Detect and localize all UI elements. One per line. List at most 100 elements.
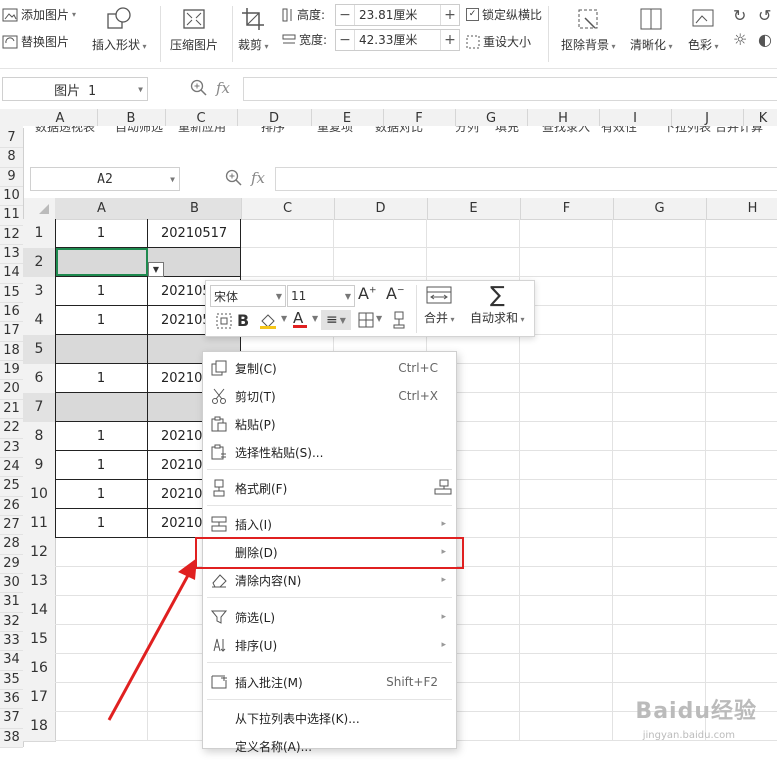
lock-ratio-checkbox[interactable]: ✓ 锁定纵横比 (466, 6, 542, 23)
table-cell[interactable] (520, 393, 613, 422)
row-header[interactable]: 4 (23, 306, 56, 336)
outer-row-number[interactable]: 16 (0, 302, 23, 323)
table-cell[interactable] (706, 596, 777, 625)
crop-button[interactable]: 裁剪 ▾ (238, 6, 269, 53)
select-icon[interactable] (216, 313, 232, 332)
outer-row-number[interactable]: 38 (0, 728, 23, 748)
embedded-toolbar-item[interactable]: 查找录入 (542, 126, 590, 135)
table-cell[interactable] (520, 567, 613, 596)
menu-item-clear-contents[interactable]: 清除内容(N) ▸ (203, 566, 456, 594)
outer-row-number[interactable]: 32 (0, 612, 23, 632)
chevron-down-icon[interactable]: ▼ (312, 314, 318, 323)
font-family-select[interactable]: 宋体 ▼ (210, 285, 286, 307)
merge-button[interactable]: 合并 ▾ (424, 285, 455, 326)
align-button[interactable]: ≡ ▼ (321, 310, 351, 330)
table-cell[interactable] (520, 509, 613, 538)
row-header[interactable]: 6 (23, 364, 56, 394)
chevron-down-icon[interactable]: ▼ (138, 85, 143, 94)
contrast-icon[interactable]: ◐ (758, 30, 772, 49)
table-cell[interactable] (613, 509, 706, 538)
rotate-left-icon[interactable]: ↺ (758, 6, 771, 25)
column-header-cell[interactable]: C (241, 198, 335, 219)
menu-item-define-name[interactable]: 定义名称(A)... (203, 732, 456, 760)
row-header[interactable]: 3 (23, 277, 56, 307)
embedded-toolbar-item[interactable]: 分列 (455, 126, 479, 135)
table-cell[interactable] (613, 422, 706, 451)
font-color-icon[interactable]: A (293, 309, 307, 328)
table-cell[interactable] (706, 277, 777, 306)
select-all-corner[interactable] (23, 198, 56, 219)
table-cell[interactable] (241, 248, 334, 277)
bold-button[interactable]: B (237, 311, 249, 330)
increment-button[interactable]: + (441, 7, 459, 23)
menu-item-sort[interactable]: 排序(U) ▸ (203, 631, 456, 659)
outer-row-number[interactable]: 17 (0, 321, 23, 342)
width-input[interactable]: 42.33厘米 (354, 30, 441, 50)
menu-item-format-painter[interactable]: 格式刷(F) (203, 474, 456, 502)
menu-item-insert-comment[interactable]: 插入批注(M) Shift+F2 (203, 668, 456, 696)
row-header[interactable]: 10 (23, 480, 56, 510)
width-stepper[interactable]: − 42.33厘米 + (335, 29, 460, 51)
table-cell[interactable]: 1 (55, 306, 148, 335)
decrement-button[interactable]: − (336, 7, 354, 23)
row-header[interactable]: 12 (23, 538, 56, 568)
outer-row-number[interactable]: 7 (0, 128, 23, 149)
column-header-cell[interactable]: F (520, 198, 614, 219)
decrease-font-icon[interactable]: A− (386, 284, 405, 303)
outer-row-number[interactable]: 11 (0, 205, 23, 226)
row-header[interactable]: 5 (23, 335, 56, 365)
reset-size-button[interactable]: 重设大小 (466, 33, 531, 50)
menu-item-filter[interactable]: 筛选(L) ▸ (203, 603, 456, 631)
table-cell[interactable] (334, 219, 427, 248)
increase-font-icon[interactable]: A+ (358, 284, 377, 303)
table-cell[interactable] (520, 480, 613, 509)
table-cell[interactable] (613, 567, 706, 596)
table-cell[interactable] (706, 422, 777, 451)
decrement-button[interactable]: − (336, 32, 354, 48)
outer-row-number[interactable]: 34 (0, 650, 23, 671)
height-stepper[interactable]: − 23.81厘米 + (335, 4, 460, 26)
row-header[interactable]: 16 (23, 654, 56, 684)
table-cell[interactable] (706, 248, 777, 277)
compress-picture-button[interactable]: 压缩图片 (170, 6, 218, 53)
table-cell[interactable]: 1 (55, 364, 148, 393)
format-painter-extra-icon[interactable] (434, 479, 452, 498)
embedded-toolbar-item[interactable]: 自动筛选 (115, 126, 163, 135)
cell-name-box[interactable]: A2 ▼ (30, 167, 180, 191)
table-cell[interactable] (706, 480, 777, 509)
table-cell[interactable] (613, 393, 706, 422)
zoom-icon[interactable] (225, 169, 243, 190)
outer-row-number[interactable]: 29 (0, 554, 23, 574)
column-header-cell[interactable]: G (613, 198, 707, 219)
menu-item-pick-from-list[interactable]: 从下拉列表中选择(K)... (203, 704, 456, 732)
menu-item-cut[interactable]: 剪切(T) Ctrl+X (203, 382, 456, 410)
outer-row-number[interactable]: 21 (0, 399, 23, 420)
table-cell[interactable] (520, 654, 613, 683)
outer-row-number[interactable]: 20 (0, 379, 23, 400)
embedded-toolbar-item[interactable]: 重新应用 (178, 126, 226, 135)
outer-row-number[interactable]: 35 (0, 670, 23, 690)
zoom-icon[interactable] (190, 79, 208, 100)
outer-row-number[interactable]: 18 (0, 341, 23, 362)
table-cell[interactable] (613, 451, 706, 480)
table-cell[interactable] (613, 335, 706, 364)
active-cell-a2[interactable] (56, 248, 148, 276)
column-header-cell[interactable]: E (427, 198, 521, 219)
formula-input[interactable] (275, 167, 777, 191)
fill-color-icon[interactable] (259, 312, 279, 333)
table-cell[interactable] (55, 393, 148, 422)
dropdown-arrow-icon[interactable]: ▼ (148, 262, 164, 277)
outer-row-number[interactable]: 31 (0, 592, 23, 613)
table-cell[interactable] (520, 712, 613, 741)
outer-row-number[interactable]: 25 (0, 476, 23, 497)
table-cell[interactable] (613, 596, 706, 625)
add-picture-button[interactable]: 添加图片 ▾ (2, 6, 76, 23)
table-cell[interactable]: 1 (55, 219, 148, 248)
embedded-toolbar-item[interactable]: 有效性 (601, 126, 637, 135)
row-header[interactable]: 1 (23, 219, 56, 249)
column-header-cell[interactable]: B (148, 198, 242, 219)
embedded-toolbar-item[interactable]: 数据透视表 (35, 126, 95, 135)
table-cell[interactable] (613, 277, 706, 306)
outer-row-number[interactable]: 26 (0, 496, 23, 516)
table-cell[interactable]: 20210517 (148, 219, 241, 248)
